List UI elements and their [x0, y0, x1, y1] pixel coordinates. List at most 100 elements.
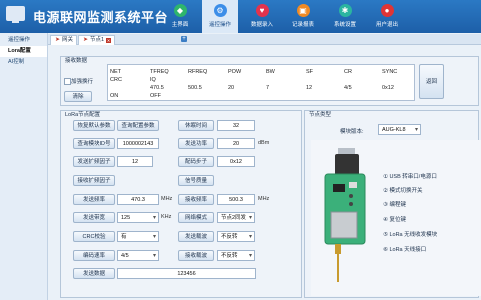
- recv-freq-field[interactable]: 500.3: [217, 194, 255, 205]
- recv-invert-select[interactable]: 不反转: [217, 250, 255, 261]
- receive-data-title: 接收数据: [65, 58, 88, 64]
- restore-defaults-button[interactable]: 恢复默认参数: [73, 120, 115, 131]
- back-button[interactable]: 返回: [419, 64, 444, 99]
- tab-node1[interactable]: ➤ 节点1 ✕: [78, 35, 116, 45]
- module-id-field[interactable]: 1000002143: [117, 138, 159, 149]
- send-sf-field[interactable]: 12: [117, 156, 153, 167]
- send-power-button[interactable]: 发送功率: [178, 138, 214, 149]
- sleep-time-button[interactable]: 休眠时间: [178, 120, 214, 131]
- send-bw-button[interactable]: 发送带宽: [73, 212, 115, 223]
- nav-home-label: 主界面: [171, 22, 189, 28]
- send-freq-button[interactable]: 发送频率: [73, 194, 115, 205]
- send-bw-unit: KHz: [161, 214, 172, 220]
- send-data-button[interactable]: 发送数据: [73, 268, 115, 279]
- send-data-field[interactable]: 123456: [117, 268, 256, 279]
- crc-button[interactable]: CRC校验: [73, 231, 115, 242]
- send-sf-button[interactable]: 发送扩频因子: [73, 156, 115, 167]
- callout-usb: ① USB 转串口/电源口: [383, 174, 437, 180]
- query-module-id-button[interactable]: 查询模块ID号: [73, 138, 115, 149]
- nav-reports[interactable]: ▣ 记录报表: [285, 0, 321, 33]
- hex-newline-label: 加强换行: [71, 79, 94, 85]
- send-power-field[interactable]: 20: [217, 138, 255, 149]
- node-type-title: 节点类型: [309, 112, 332, 118]
- send-freq-field[interactable]: 470.3: [117, 194, 159, 205]
- switch-shape: [349, 182, 357, 188]
- nav-remote-control[interactable]: ⚙ 遥控操作: [202, 0, 238, 33]
- signal-strength-button[interactable]: 信号质量: [178, 175, 214, 186]
- gear-icon: ⚙: [213, 4, 227, 17]
- button-shape: [349, 202, 353, 206]
- tab-bar: ➤ 网关 ➤ 节点1 ✕ +: [48, 34, 481, 45]
- recv-cell: RFREQ: [188, 69, 208, 75]
- recv-cell: CR: [344, 69, 352, 75]
- app-header: 电源联网监测系统平台 ◆ 主界面 ⚙ 遥控操作 ♥ 数据录入 ▣ 记录报表 ✱ …: [0, 0, 481, 33]
- nav-data-entry-label: 数据录入: [250, 22, 273, 28]
- recv-cell: IQ: [150, 77, 156, 83]
- nav-settings-label: 系统设置: [333, 22, 356, 28]
- code-rate-select[interactable]: 4/5: [117, 250, 159, 261]
- nav-logout-label: 用户退出: [375, 22, 398, 28]
- recv-cell: SF: [306, 69, 314, 75]
- send-bw-select[interactable]: 125: [117, 212, 159, 223]
- nav-data-entry[interactable]: ♥ 数据录入: [244, 0, 280, 33]
- recv-cell: TFREQ: [150, 69, 169, 75]
- recv-freq-button[interactable]: 接收频率: [178, 194, 214, 205]
- sleep-time-field[interactable]: 32: [217, 120, 255, 131]
- shield-icon: ◆: [173, 4, 187, 17]
- page-icon: ➤: [83, 37, 89, 43]
- nav-settings[interactable]: ✱ 系统设置: [327, 0, 363, 33]
- recv-invert-button[interactable]: 接收载波: [178, 250, 214, 261]
- clear-button[interactable]: 清除: [64, 91, 92, 102]
- recv-cell: 12: [306, 85, 313, 91]
- send-freq-unit: MHz: [161, 196, 173, 202]
- lora-config-title: LoRa节点配置: [65, 112, 101, 118]
- nav-remote-control-label: 遥控操作: [208, 22, 231, 28]
- sidebar-item-lora-config[interactable]: Lora配置: [0, 46, 47, 57]
- receive-data-textarea[interactable]: NET TFREQ RFREQ POW BW SF CR SYNC CRC IQ…: [107, 64, 415, 101]
- sidebar-item-ai-control[interactable]: AI控制: [0, 57, 47, 68]
- hex-newline-checkbox[interactable]: [64, 78, 71, 85]
- nav-reports-label: 记录报表: [291, 22, 314, 28]
- sidebar-item-remote-control[interactable]: 遥控操作: [0, 35, 47, 46]
- recv-cell: BW: [266, 69, 275, 75]
- recv-cell: OFF: [150, 93, 161, 99]
- close-icon[interactable]: ✕: [106, 38, 112, 43]
- calendar-icon: ▣: [296, 4, 310, 17]
- recv-cell: CRC: [110, 77, 122, 83]
- module-version-label: 模块版本:: [340, 129, 364, 135]
- nav-logout[interactable]: ● 用户退出: [369, 0, 405, 33]
- callout-mode-switch: ② 模式切换开关: [383, 188, 423, 194]
- nav-home[interactable]: ◆ 主界面: [162, 0, 198, 33]
- add-tab-icon[interactable]: +: [181, 36, 187, 42]
- callout-lora-module: ⑤ LoRa 无线收发模块: [383, 232, 438, 238]
- network-mode-select[interactable]: 节点2同发: [217, 212, 255, 223]
- send-invert-button[interactable]: 发送载波: [178, 231, 214, 242]
- crc-select[interactable]: 有: [117, 231, 159, 242]
- recv-sf-button[interactable]: 接收扩频因子: [73, 175, 115, 186]
- send-power-unit: dBm: [258, 140, 270, 146]
- monitor-logo-icon: [6, 6, 25, 23]
- recv-cell: ON: [110, 93, 119, 99]
- recv-freq-unit: MHz: [258, 196, 270, 202]
- tab-gateway[interactable]: ➤ 网关: [50, 35, 78, 45]
- tab-gateway-label: 网关: [62, 37, 74, 43]
- callout-program-key: ③ 编程键: [383, 202, 406, 208]
- recv-cell: 20: [228, 85, 235, 91]
- sync-word-field[interactable]: 0x12: [217, 156, 255, 167]
- recv-cell: 7: [266, 85, 270, 91]
- send-invert-select[interactable]: 不反转: [217, 231, 255, 242]
- code-rate-button[interactable]: 编码速率: [73, 250, 115, 261]
- heart-icon: ♥: [255, 4, 269, 17]
- antenna-shape: [337, 254, 339, 282]
- app-title: 电源联网监测系统平台: [33, 10, 169, 25]
- recv-cell: POW: [228, 69, 242, 75]
- button-shape: [349, 194, 353, 198]
- recv-cell: 470.5: [150, 85, 164, 91]
- network-mode-button[interactable]: 网络模式: [178, 212, 214, 223]
- query-config-button[interactable]: 查询配置参数: [117, 120, 159, 131]
- sync-word-button[interactable]: 配码步子: [178, 156, 214, 167]
- recv-cell: 0x12: [382, 85, 394, 91]
- tab-node1-label: 节点1: [90, 37, 105, 43]
- page-icon: ➤: [55, 37, 61, 43]
- module-version-select[interactable]: AUG-KL8: [378, 124, 421, 135]
